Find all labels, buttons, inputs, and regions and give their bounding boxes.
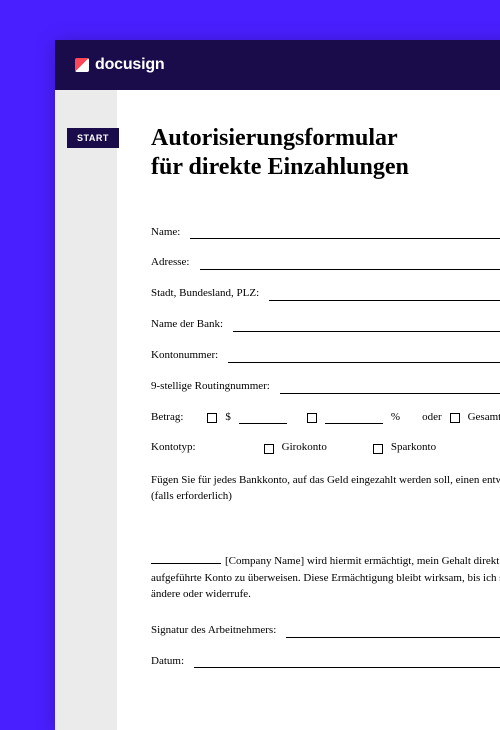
label-city-state-zip: Stadt, Bundesland, PLZ:	[151, 286, 259, 301]
label-signature: Signatur des Arbeitnehmers:	[151, 623, 276, 638]
title-line-2: für direkte Einzahlungen	[151, 154, 409, 180]
logo-mark-icon	[75, 58, 89, 72]
input-line-city-state-zip[interactable]	[269, 291, 500, 301]
label-or: oder	[422, 410, 442, 425]
dollar-sign: $	[225, 410, 231, 425]
label-amount: Betrag:	[151, 410, 183, 425]
note-text: Fügen Sie für jedes Bankkonto, auf das G…	[151, 473, 500, 505]
label-account-type: Kontotyp:	[151, 440, 196, 455]
input-line-company[interactable]	[151, 554, 221, 564]
label-checking: Girokonto	[282, 440, 327, 455]
docusign-envelope-window: docusign START Autorisierungsformular fü…	[55, 40, 500, 730]
label-address: Adresse:	[151, 255, 190, 270]
titlebar: docusign	[55, 40, 500, 90]
label-full-salary: Gesamtes Gehalt	[468, 410, 500, 425]
field-amount: Betrag: $ % oder Gesamtes Gehalt	[151, 410, 500, 425]
label-routing: 9-stellige Routingnummer:	[151, 379, 270, 394]
checkbox-percent[interactable]	[307, 413, 317, 423]
percent-sign: %	[391, 410, 400, 425]
field-signature: Signatur des Arbeitnehmers:	[151, 623, 500, 638]
input-line-account-number[interactable]	[228, 353, 500, 363]
input-line-percent[interactable]	[325, 414, 383, 424]
input-line-address[interactable]	[200, 260, 500, 270]
label-date: Datum:	[151, 654, 184, 669]
label-bank-name: Name der Bank:	[151, 317, 223, 332]
field-city-state-zip: Stadt, Bundesland, PLZ:	[151, 286, 500, 301]
checkbox-savings[interactable]	[373, 444, 383, 454]
field-account-number: Kontonummer:	[151, 348, 500, 363]
start-button[interactable]: START	[67, 128, 119, 148]
label-name: Name:	[151, 225, 180, 240]
document-page: Autorisierungsformular für direkte Einza…	[117, 90, 500, 730]
input-line-bank-name[interactable]	[233, 322, 500, 332]
brand-name: docusign	[95, 56, 165, 74]
company-placeholder: [Company Name]	[225, 555, 304, 567]
checkbox-full-salary[interactable]	[450, 413, 460, 423]
field-name: Name:	[151, 225, 500, 240]
input-line-dollar[interactable]	[239, 414, 287, 424]
title-line-1: Autorisierungsformular	[151, 125, 398, 151]
sidebar-gutter: START	[55, 90, 117, 730]
label-savings: Sparkonto	[391, 440, 436, 455]
checkbox-checking[interactable]	[264, 444, 274, 454]
checkbox-dollar[interactable]	[207, 413, 217, 423]
field-date: Datum:	[151, 654, 500, 669]
field-address: Adresse:	[151, 255, 500, 270]
docusign-logo: docusign	[75, 56, 165, 74]
input-line-name[interactable]	[190, 229, 500, 239]
field-account-type: Kontotyp: Girokonto Sparkonto	[151, 440, 500, 455]
input-line-routing[interactable]	[280, 384, 500, 394]
authorization-paragraph: [Company Name] wird hiermit ermächtigt, …	[151, 553, 500, 603]
label-account-number: Kontonummer:	[151, 348, 218, 363]
page-title: Autorisierungsformular für direkte Einza…	[151, 124, 500, 183]
field-bank-name: Name der Bank:	[151, 317, 500, 332]
field-routing: 9-stellige Routingnummer:	[151, 379, 500, 394]
document-body: START Autorisierungsformular für direkte…	[55, 90, 500, 730]
input-line-signature[interactable]	[286, 628, 500, 638]
